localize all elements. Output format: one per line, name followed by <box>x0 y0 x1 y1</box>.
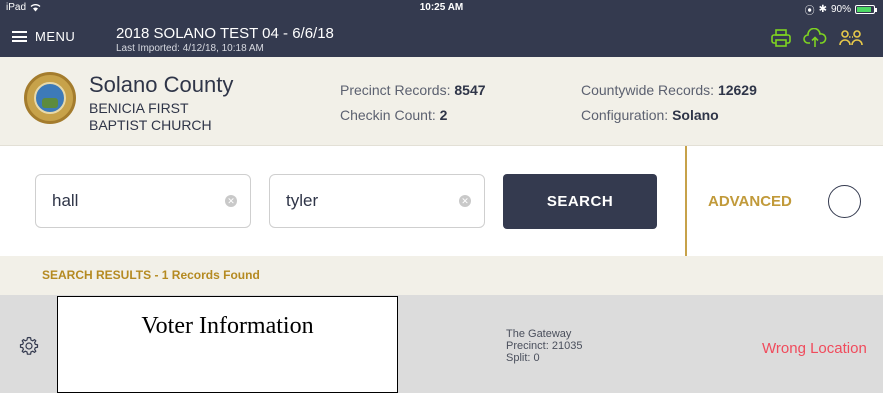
menu-label: MENU <box>35 29 76 44</box>
advanced-search-toggle[interactable] <box>828 185 861 218</box>
checkin-count-value: 2 <box>439 107 448 123</box>
location-precinct: Precinct: 21035 <box>506 340 583 352</box>
battery-percent: 90% <box>830 4 851 15</box>
precinct-records: Precinct Records: 8547 <box>340 82 486 98</box>
county-name: Solano County <box>89 72 234 97</box>
countywide-records-label: Countywide Records: <box>581 82 715 98</box>
clear-first-name-icon[interactable]: ✕ <box>459 195 471 207</box>
bluetooth-icon: ✱ <box>818 4 827 15</box>
search-panel: hall ✕ tyler ✕ SEARCH ADVANCED <box>0 146 883 256</box>
election-title: 2018 SOLANO TEST 04 - 6/6/18 <box>116 25 334 42</box>
wrong-location-status: Wrong Location <box>762 340 867 357</box>
precinct-records-value: 8547 <box>454 82 486 98</box>
last-imported: Last Imported: 4/12/18, 10:18 AM <box>116 43 264 54</box>
voter-information-box[interactable]: Voter Information <box>57 296 398 393</box>
polling-location-line1: BENICIA FIRST <box>89 100 189 116</box>
hamburger-icon <box>12 31 27 42</box>
cloud-upload-icon[interactable] <box>803 28 827 48</box>
polling-location: BENICIA FIRST BAPTIST CHURCH <box>89 100 259 134</box>
clear-last-name-icon[interactable]: ✕ <box>225 195 237 207</box>
results-header: SEARCH RESULTS - 1 Records Found <box>0 256 883 295</box>
status-time: 10:25 AM <box>419 2 464 13</box>
results-count: SEARCH RESULTS - 1 Records Found <box>42 268 260 282</box>
menu-button[interactable]: MENU <box>12 29 75 44</box>
printer-icon[interactable] <box>771 29 791 47</box>
configuration-label: Configuration: <box>581 107 669 123</box>
configuration: Configuration: Solano <box>581 107 719 123</box>
top-icons <box>771 28 863 48</box>
advanced-search-label[interactable]: ADVANCED <box>708 193 792 210</box>
voter-information-label: Voter Information <box>141 313 314 339</box>
lock-rotation-icon: ⦿ <box>804 6 815 17</box>
search-divider <box>685 146 687 256</box>
polling-location-line2: BAPTIST CHURCH <box>89 117 212 133</box>
checkin-count-label: Checkin Count: <box>340 107 436 123</box>
last-name-input[interactable]: hall ✕ <box>35 174 251 228</box>
gear-icon[interactable] <box>19 336 39 356</box>
status-right: ⦿ ✱ 90% <box>804 2 877 17</box>
battery-icon <box>855 5 877 14</box>
voter-location: The Gateway Precinct: 21035 Split: 0 <box>506 328 582 364</box>
configuration-value: Solano <box>672 107 719 123</box>
checkin-count: Checkin Count: 2 <box>340 107 447 123</box>
last-name-value: hall <box>52 191 79 210</box>
location-name: The Gateway <box>506 328 572 340</box>
location-split: Split: 0 <box>506 352 540 364</box>
countywide-records: Countywide Records: 12629 <box>581 82 757 98</box>
precinct-records-label: Precinct Records: <box>340 82 451 98</box>
top-bar: iPad 10:25 AM ⦿ ✱ 90% MENU 2018 SOLANO T… <box>0 0 883 57</box>
countywide-records-value: 12629 <box>717 82 757 98</box>
county-header: Solano County BENICIA FIRST BAPTIST CHUR… <box>0 57 883 146</box>
county-seal-logo <box>24 72 76 124</box>
search-button[interactable]: SEARCH <box>503 174 657 229</box>
pollworkers-icon[interactable] <box>839 29 863 47</box>
first-name-input[interactable]: tyler ✕ <box>269 174 485 228</box>
first-name-value: tyler <box>286 191 319 210</box>
